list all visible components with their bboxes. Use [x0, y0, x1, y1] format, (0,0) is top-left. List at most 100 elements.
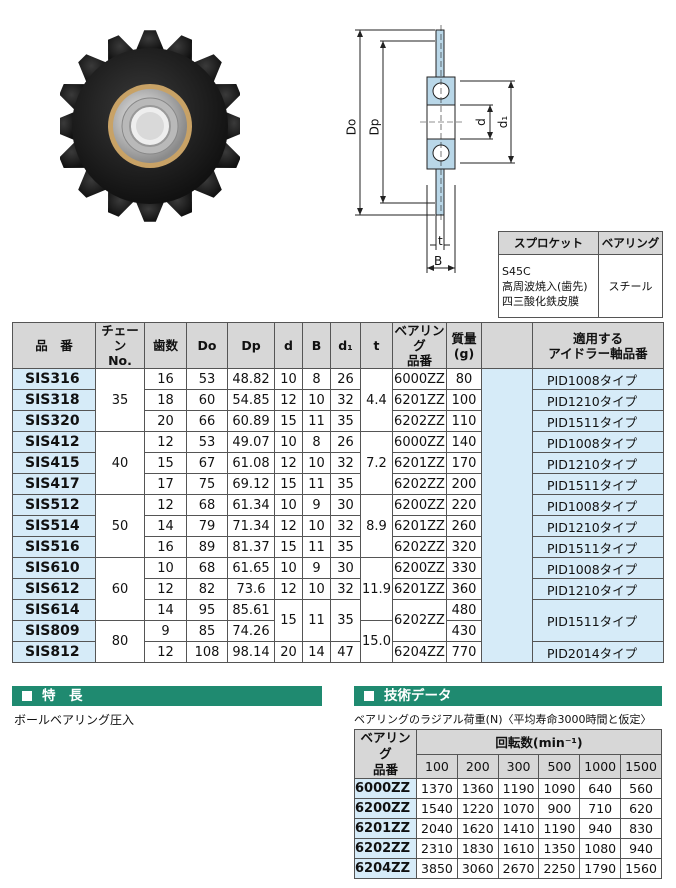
- tech-part: 6202ZZ: [353, 838, 418, 859]
- app-shaft: PID1210タイプ: [532, 452, 664, 474]
- B: 11: [302, 473, 331, 495]
- d1: 35: [330, 473, 361, 495]
- load-value: 1070: [497, 798, 540, 819]
- tech-part: 6000ZZ: [353, 778, 418, 799]
- Dp: 61.65: [227, 557, 275, 579]
- mass: 360: [446, 578, 482, 600]
- load-value: 1620: [456, 818, 499, 839]
- d1: 30: [330, 557, 361, 579]
- Do: 85: [186, 620, 228, 642]
- load-value: 710: [579, 798, 622, 819]
- Dp: 61.08: [227, 452, 275, 474]
- B: 11: [302, 410, 331, 432]
- mass: 260: [446, 515, 482, 537]
- mass: 480: [446, 599, 482, 621]
- Do: 89: [186, 536, 228, 558]
- label-d: d: [473, 118, 488, 126]
- part-number: SIS612: [12, 578, 96, 600]
- rpm-header: 200: [456, 753, 499, 779]
- Do: 79: [186, 515, 228, 537]
- d: 10: [274, 431, 303, 453]
- bearing-part: 6204ZZ: [392, 641, 447, 663]
- bearing-part: 6202ZZ: [392, 536, 447, 558]
- d: 15: [274, 536, 303, 558]
- d1: 32: [330, 578, 361, 600]
- label-t: t: [438, 234, 443, 248]
- header-app: 適用する アイドラー軸品番: [532, 322, 664, 369]
- header-part: 品 番: [12, 322, 96, 369]
- mass: 430: [446, 620, 482, 642]
- Do: 53: [186, 368, 228, 390]
- d: 12: [274, 389, 303, 411]
- square-icon: [364, 691, 374, 701]
- mass: 330: [446, 557, 482, 579]
- bearing-part: 6000ZZ: [392, 368, 447, 390]
- d1: 35: [330, 536, 361, 558]
- part-number: SIS516: [12, 536, 96, 558]
- d: 12: [274, 452, 303, 474]
- rpm-header: 1000: [579, 753, 622, 779]
- load-value: 940: [579, 818, 622, 839]
- rpm-header: 300: [497, 753, 540, 779]
- bearing-part: 6000ZZ: [392, 431, 447, 453]
- d1: 32: [330, 452, 361, 474]
- tech-part: 6204ZZ: [353, 858, 418, 879]
- Do: 67: [186, 452, 228, 474]
- Do: 68: [186, 494, 228, 516]
- load-value: 1560: [620, 858, 662, 879]
- features-header: 特 長: [12, 686, 322, 706]
- Dp: 73.6: [227, 578, 275, 600]
- load-value: 1360: [456, 778, 499, 799]
- tech-part: 6200ZZ: [353, 798, 418, 819]
- load-value: 1190: [497, 778, 540, 799]
- bearing-part: 6202ZZ: [392, 473, 447, 495]
- table-row: SIS610 60 10 68 61.65 10 9 30 11.9 6200ZZ 330 PID10…: [12, 557, 664, 621]
- header-blank: [481, 322, 533, 369]
- Do: 68: [186, 557, 228, 579]
- header-d1: d₁: [330, 322, 361, 369]
- part-number: SIS318: [12, 389, 96, 411]
- load-value: 900: [538, 798, 581, 819]
- tech-header-part: ベアリング 品番: [353, 729, 418, 779]
- part-number: SIS316: [12, 368, 96, 390]
- part-number: SIS809: [12, 620, 96, 642]
- load-value: 560: [620, 778, 662, 799]
- B: 8: [302, 431, 331, 453]
- d: 15: [274, 473, 303, 495]
- d1: 35: [330, 410, 361, 432]
- tech-header-rpm: 回転数(min⁻¹): [416, 729, 662, 755]
- tech-header: 技術データ: [354, 686, 662, 706]
- tech-part: 6201ZZ: [353, 818, 418, 839]
- app-shaft: PID1008タイプ: [532, 557, 664, 579]
- mass: 100: [446, 389, 482, 411]
- app-shaft: PID1511タイプ: [532, 599, 664, 642]
- part-number: SIS512: [12, 494, 96, 516]
- d: 10: [274, 368, 303, 390]
- tech-table: ベアリング 品番 回転数(min⁻¹) 100 200 300 500 1000 1500 …: [353, 729, 662, 879]
- B: 11: [302, 536, 331, 558]
- chain-no: 50: [95, 494, 145, 558]
- load-value: 620: [620, 798, 662, 819]
- load-value: 1370: [416, 778, 458, 799]
- t: 11.9: [360, 557, 393, 621]
- header-bearing: ベアリング 品番: [392, 322, 447, 369]
- load-value: 3850: [416, 858, 458, 879]
- teeth: 20: [144, 410, 187, 432]
- part-number: SIS614: [12, 599, 96, 621]
- d: 10: [274, 557, 303, 579]
- teeth: 10: [144, 557, 187, 579]
- t: 4.4: [360, 368, 393, 432]
- load-value: 2040: [416, 818, 458, 839]
- header-teeth: 歯数: [144, 322, 187, 369]
- Dp: 61.34: [227, 494, 275, 516]
- Do: 75: [186, 473, 228, 495]
- mass: 320: [446, 536, 482, 558]
- Dp: 69.12: [227, 473, 275, 495]
- load-value: 1830: [456, 838, 499, 859]
- material-header-sprocket: スプロケット: [498, 231, 599, 255]
- d: 10: [274, 494, 303, 516]
- load-value: 1090: [538, 778, 581, 799]
- d: 15: [274, 410, 303, 432]
- blank-column: [481, 368, 533, 663]
- load-value: 1410: [497, 818, 540, 839]
